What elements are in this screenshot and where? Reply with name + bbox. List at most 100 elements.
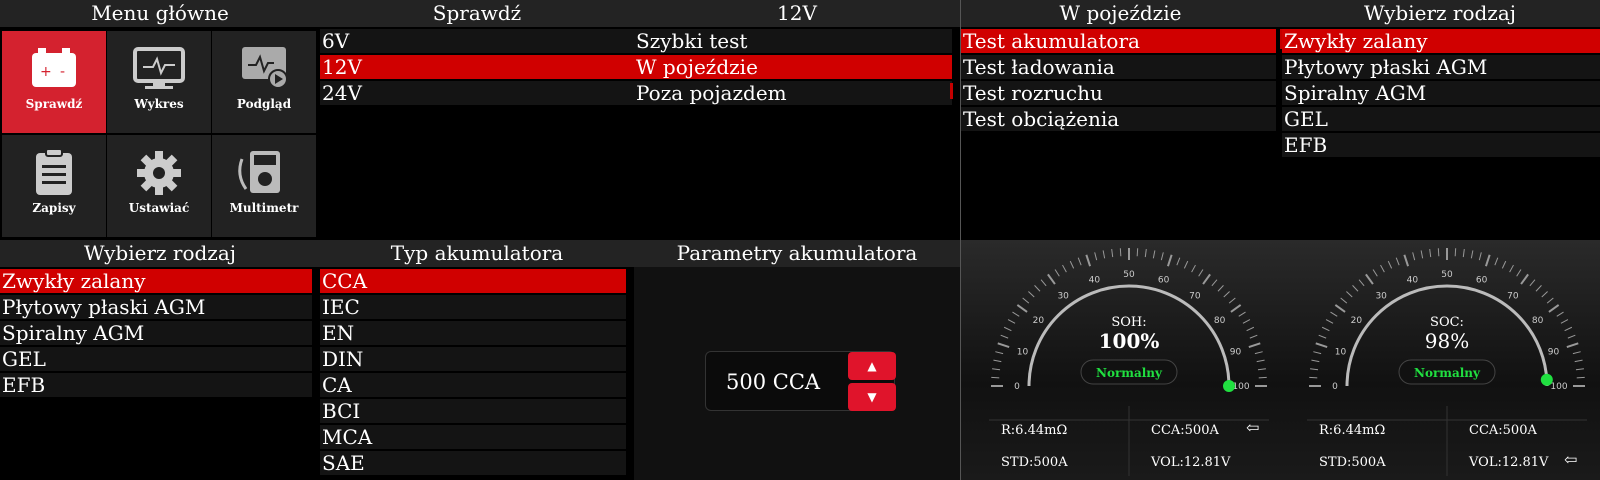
gauge-tick	[1330, 311, 1338, 317]
choose-type-left-title: Wybierz rodzaj	[0, 240, 320, 267]
gauge-tick	[1191, 264, 1196, 273]
list-item-efb[interactable]: EFB	[1282, 133, 1600, 157]
gauge-tick-label: 70	[1507, 291, 1519, 301]
list-item-bci[interactable]: BCI	[320, 399, 626, 423]
gauge-tick-label: 20	[1033, 316, 1045, 326]
list-item-gel[interactable]: GEL	[1282, 107, 1600, 131]
choose-type-right-title: Wybierz rodzaj	[1280, 0, 1600, 27]
list-item-gel[interactable]: GEL	[0, 347, 312, 371]
list-item-battery-test[interactable]: Test akumulatora	[961, 29, 1276, 53]
list-item-iec[interactable]: IEC	[320, 295, 626, 319]
gauge-tick	[1069, 260, 1075, 269]
list-item-spiral-agm[interactable]: Spiralny AGM	[0, 321, 312, 345]
list-item-quick-test[interactable]: Szybki test	[634, 29, 952, 53]
gauge-tick	[1358, 279, 1365, 287]
increment-button[interactable]: ▲	[848, 352, 896, 380]
list-item-6v[interactable]: 6V	[320, 29, 634, 53]
tile-settings[interactable]: Ustawiać	[107, 135, 211, 237]
right-status-text: Normalny	[1414, 366, 1481, 380]
gauge-tick-label: 10	[1017, 347, 1029, 357]
video-monitor-icon	[242, 47, 288, 89]
tile-chart-label: Wykres	[134, 97, 184, 111]
tile-multimeter-label: Multimetr	[229, 201, 299, 215]
gauge-tick	[992, 368, 1001, 371]
gauge-tick	[1509, 264, 1514, 273]
gauge-tick	[1022, 297, 1030, 304]
back-icon[interactable]: ⇦	[1246, 418, 1259, 437]
gauge-tick	[1242, 319, 1251, 324]
gauge-tick	[1334, 304, 1346, 313]
list-item-flooded[interactable]: Zwykły zalany	[1282, 29, 1600, 53]
gauge-tick	[1318, 334, 1327, 339]
tile-settings-label: Ustawiać	[128, 201, 190, 215]
list-item-ca[interactable]: CA	[320, 373, 626, 397]
tile-check[interactable]: + - Sprawdź	[2, 31, 106, 133]
multimeter-icon	[238, 151, 280, 193]
gauge-tick	[1249, 334, 1258, 339]
tile-records-label: Zapisy	[32, 201, 76, 215]
list-item-12v[interactable]: 12V	[320, 55, 634, 79]
gauge-tick	[1309, 376, 1318, 379]
gauge-tick-label: 70	[1189, 291, 1201, 301]
tile-multimeter[interactable]: Multimetr	[212, 135, 316, 237]
list-item-flat-agm[interactable]: Płytowy płaski AGM	[0, 295, 312, 319]
list-item-cca[interactable]: CCA	[320, 269, 626, 293]
list-item-charging-test[interactable]: Test ładowania	[961, 55, 1276, 79]
back-icon[interactable]: ⇦	[1564, 450, 1577, 469]
tile-preview[interactable]: Podgląd	[212, 31, 316, 133]
gauge-tick-label: 90	[1548, 347, 1560, 357]
gauge-tick	[1352, 285, 1359, 292]
list-item-flooded[interactable]: Zwykły zalany	[0, 269, 312, 293]
gauge-tick	[1228, 297, 1236, 304]
list-item-cranking-test[interactable]: Test rozruchu	[961, 81, 1276, 105]
gauge-tick	[1111, 249, 1114, 258]
gauge-tick	[1034, 285, 1041, 292]
gauge-tick	[1311, 359, 1320, 363]
gauge-tick	[1248, 342, 1261, 349]
battery-params-title: Parametry akumulatora	[634, 240, 960, 267]
gauge-tick	[1166, 254, 1173, 267]
readout-r-right: R:6.44mΩ	[1319, 423, 1386, 438]
list-item-in-vehicle[interactable]: W pojeździe	[634, 55, 952, 79]
gauge-tick	[1437, 248, 1440, 257]
list-item-sae[interactable]: SAE	[320, 451, 626, 475]
list-item-efb[interactable]: EFB	[0, 373, 312, 397]
gauge-tick	[1152, 250, 1156, 259]
readout-std-left: STD:500A	[1001, 455, 1068, 470]
choose-type-right-panel: Wybierz rodzaj Zwykły zalany Płytowy pła…	[1280, 0, 1600, 240]
decrement-button[interactable]: ▼	[848, 383, 896, 411]
right-gauge-label: SOC:	[1430, 315, 1464, 330]
gauge-tick	[1217, 285, 1224, 292]
gauge-tick	[1054, 269, 1060, 277]
readout-cca-left: CCA:500A	[1151, 423, 1219, 438]
readout-std-right: STD:500A	[1319, 455, 1386, 470]
gauge-tick-label: 40	[1089, 275, 1101, 285]
list-item-24v[interactable]: 24V	[320, 81, 634, 105]
gauge-tick	[1119, 248, 1122, 257]
gauge-tick	[1102, 250, 1106, 259]
list-item-mca[interactable]: MCA	[320, 425, 626, 449]
monitor-chart-icon	[133, 47, 185, 89]
list-item-en[interactable]: EN	[320, 321, 626, 345]
gauge-tick	[1535, 285, 1542, 292]
tile-chart[interactable]: Wykres	[107, 31, 211, 133]
gauge-tick	[1380, 264, 1385, 273]
list-item-flat-agm[interactable]: Płytowy płaski AGM	[1282, 55, 1600, 79]
gauge-tick	[1257, 368, 1266, 371]
gauge-tick	[1202, 273, 1211, 285]
list-item-out-of-vehicle[interactable]: Poza pojazdem	[634, 81, 952, 105]
gauge-tick-label: 30	[1057, 291, 1069, 301]
tile-records[interactable]: Zapisy	[2, 135, 106, 237]
gauge-tick	[1094, 252, 1098, 261]
gear-icon	[137, 151, 181, 195]
gauge-tick	[1560, 319, 1569, 324]
gauge-tick-label: 50	[1123, 270, 1135, 280]
gauge-tick	[1420, 250, 1424, 259]
list-item-din[interactable]: DIN	[320, 347, 626, 371]
gauge-tick	[1548, 304, 1560, 313]
gauge-tick-label: 80	[1214, 316, 1226, 326]
list-item-spiral-agm[interactable]: Spiralny AGM	[1282, 81, 1600, 105]
list-item-load-test[interactable]: Test obciążenia	[961, 107, 1276, 131]
scrollbar[interactable]	[950, 83, 953, 99]
capacity-stepper[interactable]: 500 CCA ▲ ▼	[705, 351, 896, 411]
